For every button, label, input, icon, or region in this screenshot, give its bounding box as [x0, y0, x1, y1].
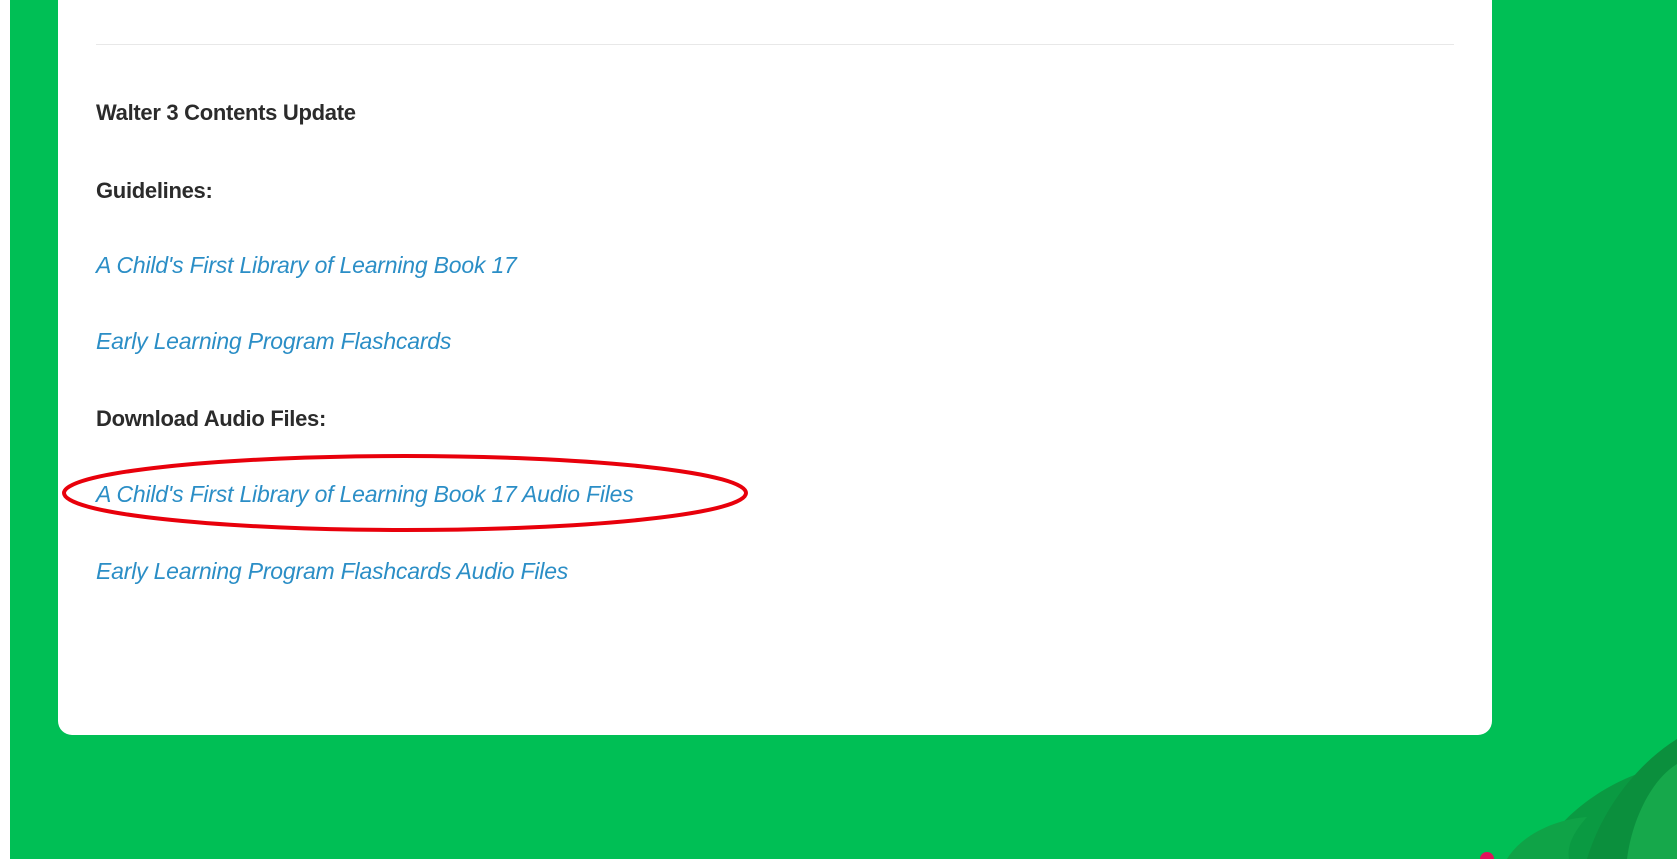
- audio-files-heading: Download Audio Files:: [96, 406, 326, 431]
- audio-link-flashcards[interactable]: Early Learning Program Flashcards Audio …: [96, 558, 568, 585]
- section-divider: [96, 44, 1454, 45]
- page-title: Walter 3 Contents Update: [96, 100, 356, 125]
- audio-link-book-17[interactable]: A Child's First Library of Learning Book…: [96, 481, 634, 508]
- guidelines-heading: Guidelines:: [96, 178, 213, 203]
- guideline-link-flashcards[interactable]: Early Learning Program Flashcards: [96, 328, 451, 355]
- page-left-edge: [0, 0, 10, 859]
- guideline-link-book-17[interactable]: A Child's First Library of Learning Book…: [96, 252, 517, 279]
- content-card: Walter 3 Contents Update Guidelines: A C…: [58, 0, 1492, 735]
